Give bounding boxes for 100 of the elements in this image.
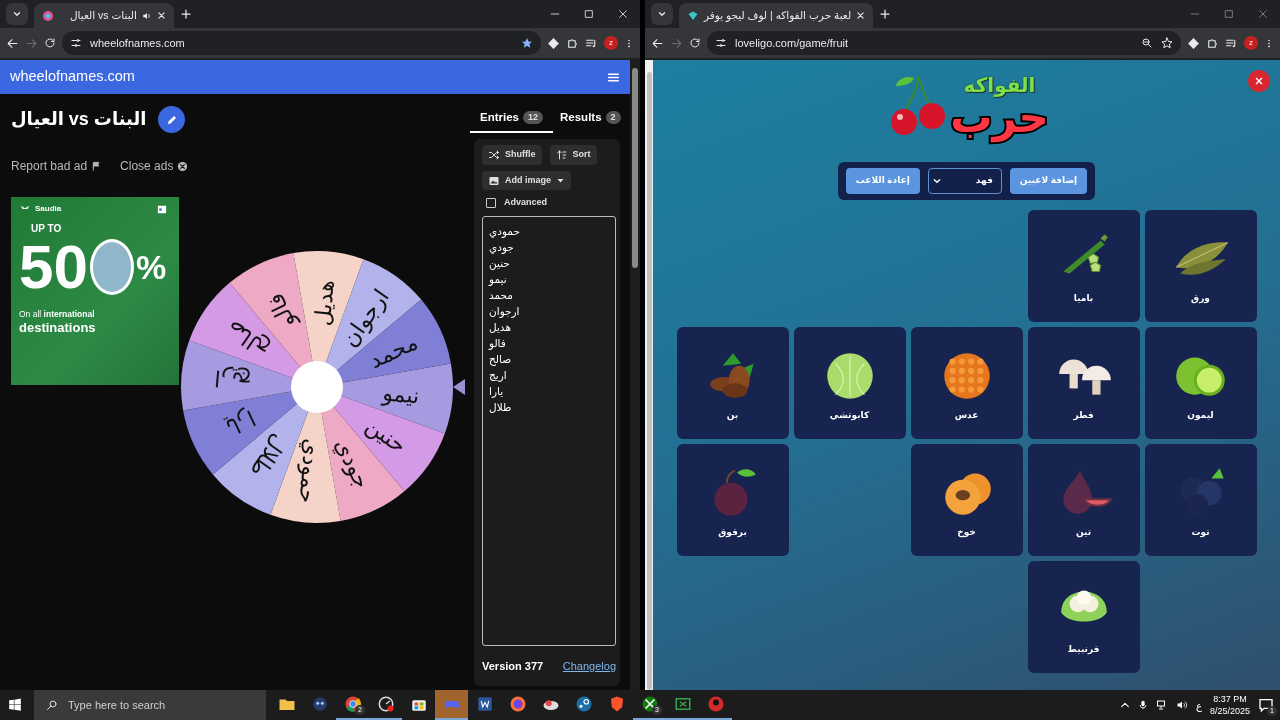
- search-field[interactable]: Type here to search: [34, 690, 266, 720]
- card-label: عدس: [954, 409, 979, 423]
- chevron-down-icon: [657, 9, 667, 19]
- advertisement-banner[interactable]: Saudia UP TO 50 % On all international destinations: [11, 197, 179, 385]
- tab-search-button[interactable]: [651, 3, 673, 25]
- browser-tab[interactable]: البنات vs العيال: [34, 3, 174, 28]
- chevron-down-icon: [12, 9, 22, 19]
- site-settings-icon: [715, 37, 727, 49]
- card-label: توت: [1191, 526, 1210, 540]
- wheel-hub[interactable]: [291, 361, 343, 413]
- report-ad-link[interactable]: Report bad ad: [11, 157, 103, 175]
- globe-icon: [508, 695, 527, 713]
- count-badge: 12: [523, 110, 543, 125]
- close-ads-link[interactable]: Close ads: [120, 157, 189, 175]
- item-card[interactable]: عدس: [910, 327, 1023, 439]
- chevron-up-icon[interactable]: [1120, 700, 1130, 710]
- ad-number: 50: [19, 236, 88, 298]
- reload-icon[interactable]: [44, 37, 56, 49]
- item-card[interactable]: ورق: [1144, 210, 1257, 322]
- changelog-link[interactable]: Changelog: [562, 657, 616, 674]
- panel-tab[interactable]: Results 2: [557, 106, 624, 134]
- item-card[interactable]: ليمون: [1144, 327, 1257, 439]
- caret-icon: [932, 177, 941, 185]
- close-button[interactable]: [1248, 70, 1270, 92]
- clock[interactable]: 8:37 PM 8/25/2025: [1209, 693, 1250, 717]
- close-icon: [1255, 77, 1263, 85]
- caret-icon: [556, 176, 565, 185]
- diamond-icon[interactable]: [1187, 36, 1200, 50]
- site-brand[interactable]: wheelofnames.com: [10, 66, 135, 88]
- puzzle-icon[interactable]: [566, 36, 579, 50]
- network-icon[interactable]: [1156, 699, 1168, 711]
- edit-button[interactable]: [158, 106, 186, 133]
- browser-tab[interactable]: لعبة حرب الفواكه | لوف ليجو يوفر: [679, 3, 874, 28]
- address-bar[interactable]: wheelofnames.com: [62, 31, 541, 55]
- notification-icon[interactable]: [1258, 697, 1274, 713]
- sort-icon: [555, 149, 568, 161]
- close-icon[interactable]: [856, 11, 866, 20]
- back-icon[interactable]: [6, 36, 19, 50]
- version-text: Version 377: [482, 658, 544, 674]
- tab-title: البنات vs العيال: [68, 7, 137, 23]
- image-button[interactable]: Add image: [482, 170, 571, 191]
- logo-title: الفواكه: [963, 74, 1036, 95]
- tab-search-button[interactable]: [6, 3, 28, 25]
- terminal-icon: [673, 695, 692, 713]
- wheel-title: البنات vs العيال: [11, 108, 147, 131]
- image-icon: [488, 174, 500, 187]
- card-label: بن: [726, 409, 739, 423]
- card-label: كابوتشي: [829, 409, 870, 423]
- card-label: برقوق: [718, 526, 747, 540]
- site-settings-icon: [70, 37, 82, 49]
- new-tab-icon[interactable]: [879, 8, 892, 20]
- speaker-icon: [142, 10, 152, 21]
- panel-tab[interactable]: Entries 12: [470, 106, 553, 134]
- zoom-icon[interactable]: [1141, 37, 1153, 49]
- site-icon: [42, 9, 54, 22]
- ad-text: destinations: [19, 320, 97, 336]
- checkbox-label: Advanced: [504, 196, 547, 210]
- address-bar[interactable]: loveligo.com/game/fruit: [707, 31, 1181, 55]
- new-tab-icon[interactable]: [180, 8, 192, 20]
- microphone-icon[interactable]: [1138, 699, 1148, 711]
- item-card[interactable]: كابوتشي: [793, 327, 906, 439]
- card-label: باميا: [1073, 292, 1094, 306]
- diamond-icon[interactable]: [547, 36, 560, 50]
- star-icon[interactable]: [521, 37, 533, 49]
- back-icon[interactable]: [651, 36, 664, 50]
- profile-avatar[interactable]: z: [604, 36, 618, 50]
- wheel-label: نيمو: [381, 380, 421, 409]
- ad-headline: UP TO: [31, 222, 63, 236]
- item-card[interactable]: برقوق: [676, 444, 789, 556]
- puzzle-icon[interactable]: [1206, 36, 1219, 50]
- item-card[interactable]: باميا: [1027, 210, 1140, 322]
- player-select[interactable]: فهد: [927, 168, 1002, 194]
- maximize-icon[interactable]: [1224, 9, 1234, 19]
- item-card[interactable]: فطر: [1027, 327, 1140, 439]
- scrollbar-thumb[interactable]: [646, 72, 652, 690]
- item-card[interactable]: بن: [676, 327, 789, 439]
- wheel-label: اريج: [213, 365, 253, 394]
- item-card[interactable]: قرنبيط: [1027, 561, 1140, 673]
- sort-button[interactable]: Sort: [549, 145, 597, 165]
- site-icon: [687, 9, 699, 22]
- wheel-label: هديل: [309, 279, 339, 327]
- scrollbar-thumb[interactable]: [632, 68, 638, 268]
- card-label: خوخ: [957, 526, 976, 540]
- ad-percent: %: [135, 246, 167, 288]
- profile-avatar[interactable]: z: [1244, 36, 1258, 50]
- star-icon[interactable]: [1161, 37, 1173, 49]
- pointer-icon: [453, 379, 465, 395]
- windows-logo-icon[interactable]: [8, 698, 22, 712]
- shuffle-icon: [488, 149, 500, 161]
- card-label: قرنبيط: [1067, 643, 1100, 657]
- item-card[interactable]: توت: [1144, 444, 1257, 556]
- language-indicator[interactable]: ع: [1196, 697, 1202, 713]
- checkbox[interactable]: [486, 198, 496, 208]
- ad-brand: Saudia: [35, 203, 62, 215]
- entries-field[interactable]: حمودي جودي حنين نيمو محمد ارجوان هديل فالو صالح اريج يارا طلال: [482, 215, 616, 646]
- reload-icon[interactable]: [689, 37, 701, 49]
- speaker-icon[interactable]: [1176, 699, 1188, 711]
- item-card[interactable]: خوخ: [910, 444, 1023, 556]
- item-card[interactable]: تين: [1027, 444, 1140, 556]
- shuffle-button[interactable]: Shuffle: [482, 145, 542, 165]
